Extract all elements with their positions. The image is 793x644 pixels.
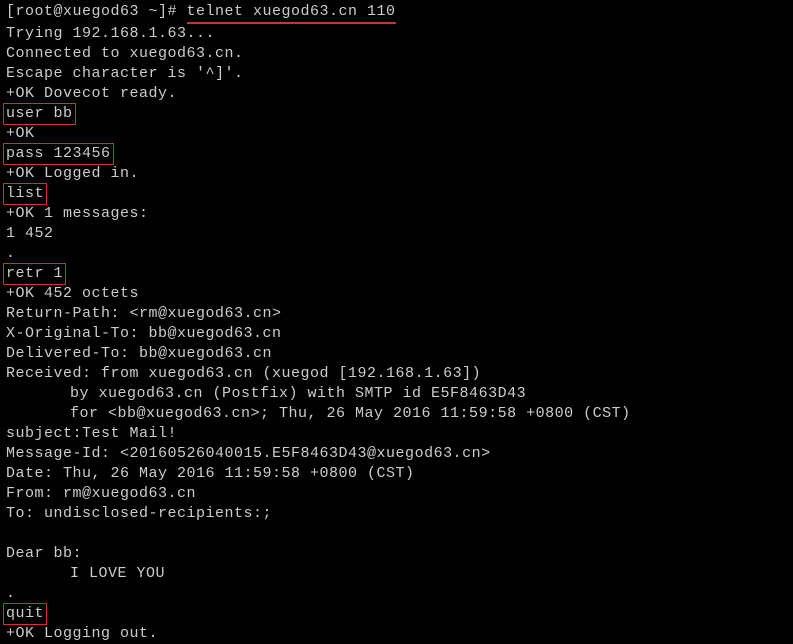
- output-quit-ok: +OK Logging out.: [6, 624, 787, 644]
- shell-prompt: [root@xuegod63 ~]#: [6, 3, 187, 20]
- mail-to: To: undisclosed-recipients:;: [6, 504, 787, 524]
- input-pass-line: pass 123456: [6, 144, 787, 164]
- output-list-item: 1 452: [6, 224, 787, 244]
- input-retr-line: retr 1: [6, 264, 787, 284]
- mail-body-2: I LOVE YOU: [6, 564, 787, 584]
- user-command[interactable]: user bb: [3, 103, 76, 125]
- output-connected: Connected to xuegod63.cn.: [6, 44, 787, 64]
- output-user-ok: +OK: [6, 124, 787, 144]
- retr-command[interactable]: retr 1: [3, 263, 66, 285]
- mail-blank: [6, 524, 787, 544]
- mail-received-2: by xuegod63.cn (Postfix) with SMTP id E5…: [6, 384, 787, 404]
- input-quit-line: quit: [6, 604, 787, 624]
- prompt-line: [root@xuegod63 ~]# telnet xuegod63.cn 11…: [6, 2, 787, 24]
- list-command[interactable]: list: [3, 183, 47, 205]
- mail-from: From: rm@xuegod63.cn: [6, 484, 787, 504]
- mail-received-1: Received: from xuegod63.cn (xuegod [192.…: [6, 364, 787, 384]
- mail-return-path: Return-Path: <rm@xuegod63.cn>: [6, 304, 787, 324]
- mail-body-1: Dear bb:: [6, 544, 787, 564]
- input-user-line: user bb: [6, 104, 787, 124]
- mail-subject: subject:Test Mail!: [6, 424, 787, 444]
- input-list-line: list: [6, 184, 787, 204]
- output-list-ok: +OK 1 messages:: [6, 204, 787, 224]
- output-dovecot-ready: +OK Dovecot ready.: [6, 84, 787, 104]
- output-pass-ok: +OK Logged in.: [6, 164, 787, 184]
- output-retr-ok: +OK 452 octets: [6, 284, 787, 304]
- mail-delivered: Delivered-To: bb@xuegod63.cn: [6, 344, 787, 364]
- mail-x-original: X-Original-To: bb@xuegod63.cn: [6, 324, 787, 344]
- mail-received-3: for <bb@xuegod63.cn>; Thu, 26 May 2016 1…: [6, 404, 787, 424]
- mail-message-id: Message-Id: <20160526040015.E5F8463D43@x…: [6, 444, 787, 464]
- mail-date: Date: Thu, 26 May 2016 11:59:58 +0800 (C…: [6, 464, 787, 484]
- quit-command[interactable]: quit: [3, 603, 47, 625]
- telnet-command[interactable]: telnet xuegod63.cn 110: [187, 2, 396, 24]
- output-dot2: .: [6, 584, 787, 604]
- output-dot1: .: [6, 244, 787, 264]
- pass-command[interactable]: pass 123456: [3, 143, 114, 165]
- output-trying: Trying 192.168.1.63...: [6, 24, 787, 44]
- output-escape: Escape character is '^]'.: [6, 64, 787, 84]
